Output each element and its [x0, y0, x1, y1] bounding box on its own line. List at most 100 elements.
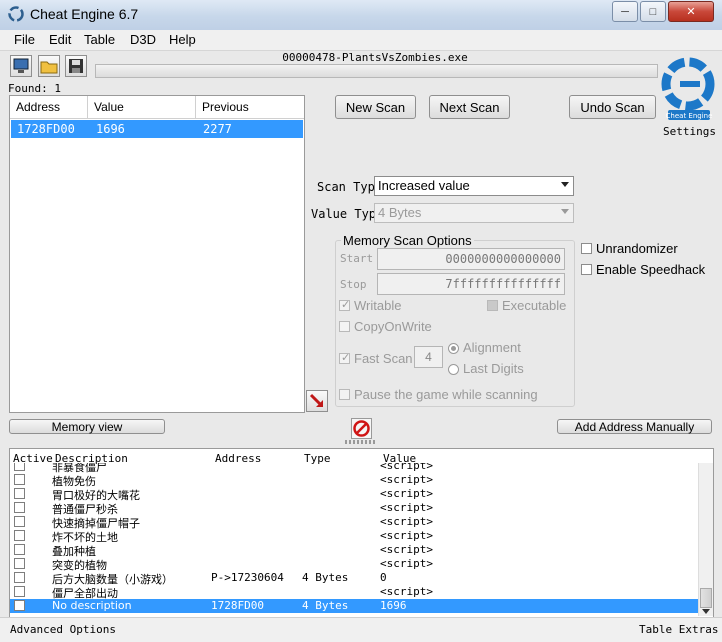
open-process-button[interactable]: [10, 55, 32, 77]
found-address-list[interactable]: Address Value Previous 1728FD00 1696 227…: [9, 95, 305, 413]
found-row[interactable]: 1728FD00 1696 2277: [11, 120, 303, 138]
menu-table[interactable]: Table: [84, 32, 115, 47]
table-row[interactable]: 非暴食僵尸 <script>: [10, 463, 698, 474]
process-name: 00000478-PlantsVsZombies.exe: [282, 51, 468, 64]
pause-game-checkbox[interactable]: [339, 389, 350, 400]
copyonwrite-checkbox[interactable]: [339, 321, 350, 332]
value-type-label: Value Type: [311, 207, 384, 221]
alignment-radio[interactable]: [448, 343, 459, 354]
advanced-options-link[interactable]: Advanced Options: [10, 623, 116, 636]
splitter-grip[interactable]: [345, 440, 375, 444]
save-icon: [69, 59, 83, 73]
fast-scan-checkbox[interactable]: ✓: [339, 352, 351, 364]
executable-checkbox[interactable]: [487, 300, 498, 311]
table-row[interactable]: 突变的植物 <script>: [10, 557, 698, 572]
writable-checkbox[interactable]: ✓: [339, 299, 351, 311]
minimize-button[interactable]: ─: [612, 1, 638, 22]
table-row[interactable]: 普通僵尸秒杀 <script>: [10, 501, 698, 516]
start-address-input[interactable]: 0000000000000000: [377, 248, 565, 270]
save-button[interactable]: [65, 55, 87, 77]
active-checkbox[interactable]: [14, 600, 25, 611]
table-scrollbar[interactable]: [698, 463, 713, 616]
minimize-icon: ─: [621, 5, 629, 18]
stop-label: Stop: [340, 278, 367, 291]
settings-button[interactable]: Cheat Engine Settings: [660, 50, 716, 138]
new-scan-button[interactable]: New Scan: [335, 95, 416, 119]
table-body: 非暴食僵尸 <script> 植物免伤 <script> 胃口极好的大嘴花 <scri…: [10, 463, 698, 616]
fast-scan-label: Fast Scan: [354, 351, 413, 366]
scan-type-select[interactable]: Increased value: [374, 176, 574, 196]
status-bar: Advanced Options Table Extras: [0, 617, 722, 642]
pause-game-label: Pause the game while scanning: [354, 387, 538, 402]
title-bar: Cheat Engine 6.7 ─ □ ✕: [0, 0, 722, 31]
menu-help[interactable]: Help: [169, 32, 196, 47]
maximize-button[interactable]: □: [640, 1, 666, 22]
settings-label: Settings: [663, 125, 716, 138]
found-row-previous: 2277: [203, 122, 232, 136]
table-extras-link[interactable]: Table Extras: [639, 623, 718, 636]
stop-address-input[interactable]: 7fffffffffffffff: [377, 273, 565, 295]
cheat-engine-logo-icon: Cheat Engine: [661, 57, 715, 120]
table-row[interactable]: 植物免伤 <script>: [10, 473, 698, 488]
active-checkbox[interactable]: [14, 558, 25, 569]
add-address-manually-button[interactable]: Add Address Manually: [557, 419, 712, 434]
value-type-value: 4 Bytes: [378, 205, 422, 220]
table-row[interactable]: 僵尸全部出动 <script>: [10, 585, 698, 600]
found-row-value: 1696: [96, 122, 125, 136]
menu-file[interactable]: File: [14, 32, 35, 47]
table-row[interactable]: 胃口极好的大嘴花 <script>: [10, 487, 698, 502]
chevron-down-icon: [561, 182, 569, 187]
check-icon: ✓: [341, 352, 351, 364]
scan-type-value: Increased value: [378, 178, 470, 193]
table-row[interactable]: 后方大脑数量（小游戏） P->17230604 4 Bytes 0: [10, 571, 698, 586]
fast-scan-alignment-input[interactable]: 4: [414, 346, 443, 368]
check-icon: ✓: [341, 299, 351, 311]
active-checkbox[interactable]: [14, 544, 25, 555]
active-checkbox[interactable]: [14, 516, 25, 527]
close-button[interactable]: ✕: [668, 1, 714, 22]
memory-view-button[interactable]: Memory view: [9, 419, 165, 434]
menu-edit[interactable]: Edit: [49, 32, 71, 47]
speedhack-checkbox[interactable]: [581, 264, 592, 275]
no-entry-icon: [353, 420, 370, 437]
col-header-address[interactable]: Address: [10, 96, 88, 118]
scroll-down-icon[interactable]: [702, 609, 710, 614]
next-scan-button[interactable]: Next Scan: [429, 95, 510, 119]
clear-list-button[interactable]: [351, 418, 372, 439]
scrollbar-thumb[interactable]: [700, 588, 712, 608]
active-checkbox[interactable]: [14, 502, 25, 513]
active-checkbox[interactable]: [14, 463, 25, 471]
menu-d3d[interactable]: D3D: [130, 32, 156, 47]
unrandomizer-checkbox[interactable]: [581, 243, 592, 254]
found-count: Found: 1: [8, 82, 61, 95]
col-header-previous[interactable]: Previous: [196, 96, 304, 118]
memory-scan-options-title: Memory Scan Options: [341, 233, 474, 248]
table-row[interactable]: 炸不坏的土地 <script>: [10, 529, 698, 544]
found-row-address: 1728FD00: [17, 122, 75, 136]
table-row[interactable]: No description 1728FD00 4 Bytes 1696: [10, 599, 698, 613]
alignment-label: Alignment: [463, 340, 521, 355]
last-digits-radio[interactable]: [448, 364, 459, 375]
maximize-icon: □: [649, 5, 657, 18]
app-icon: [8, 6, 24, 22]
open-file-button[interactable]: [38, 55, 60, 77]
value-type-select[interactable]: 4 Bytes: [374, 203, 574, 223]
table-row[interactable]: 快速摘掉僵尸帽子 <script>: [10, 515, 698, 530]
table-row[interactable]: 叠加种植 <script>: [10, 543, 698, 558]
chevron-down-icon: [561, 209, 569, 214]
scan-type-label: Scan Type: [317, 180, 383, 194]
active-checkbox[interactable]: [14, 572, 25, 583]
cheat-table[interactable]: Active Description Address Type Value 非暴…: [9, 448, 714, 619]
active-checkbox[interactable]: [14, 488, 25, 499]
undo-scan-button[interactable]: Undo Scan: [569, 95, 656, 119]
active-checkbox[interactable]: [14, 586, 25, 597]
menu-bar: File Edit Table D3D Help: [0, 30, 722, 51]
col-header-value[interactable]: Value: [88, 96, 196, 118]
start-label: Start: [340, 252, 374, 265]
window-title: Cheat Engine 6.7: [30, 6, 139, 22]
active-checkbox[interactable]: [14, 474, 25, 485]
add-selected-to-list-button[interactable]: [306, 390, 328, 412]
folder-icon: [40, 61, 58, 74]
last-digits-label: Last Digits: [463, 361, 524, 376]
active-checkbox[interactable]: [14, 530, 25, 541]
